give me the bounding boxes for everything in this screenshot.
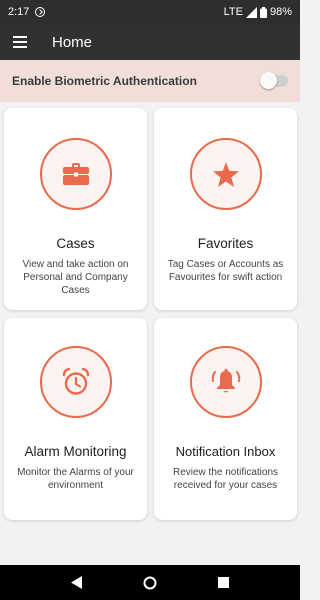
- cases-card[interactable]: Cases View and take action on Personal a…: [4, 108, 147, 310]
- star-icon: [212, 161, 239, 187]
- network-label: LTE: [223, 6, 243, 18]
- alarm-monitoring-card[interactable]: Alarm Monitoring Monitor the Alarms of y…: [4, 318, 147, 520]
- battery-percentage: 98%: [269, 6, 292, 18]
- alarm-icon-circle: [39, 346, 112, 418]
- favorites-icon-circle: [189, 138, 262, 210]
- alarm-clock-icon: [62, 368, 89, 395]
- alarm-monitoring-description: Monitor the Alarms of your environment: [17, 467, 134, 491]
- home-circle-icon: [143, 576, 157, 589]
- app-bar: Home: [0, 24, 300, 60]
- cases-description: View and take action on Personal and Com…: [22, 259, 129, 296]
- back-button[interactable]: [62, 568, 92, 598]
- toggle-knob: [260, 72, 277, 89]
- biometric-toggle[interactable]: [260, 72, 288, 89]
- biometric-label: Enable Biometric Authentication: [12, 74, 197, 88]
- recents-button[interactable]: [208, 568, 238, 598]
- favorites-card[interactable]: Favorites Tag Cases or Accounts as Favou…: [154, 108, 297, 310]
- alarm-monitoring-title: Alarm Monitoring: [24, 444, 127, 459]
- recents-square-icon: [217, 577, 229, 588]
- favorites-description: Tag Cases or Accounts as Favourites for …: [167, 259, 284, 283]
- sync-icon: [35, 7, 46, 17]
- notification-inbox-title: Notification Inbox: [175, 444, 276, 459]
- hamburger-menu-icon: [13, 36, 27, 48]
- biometric-row: Enable Biometric Authentication: [0, 60, 300, 102]
- notification-inbox-card[interactable]: Notification Inbox Review the notificati…: [154, 318, 297, 520]
- notification-icon-circle: [189, 346, 262, 418]
- status-time: 2:17: [8, 6, 30, 18]
- home-button[interactable]: [135, 568, 165, 598]
- cases-icon-circle: [39, 138, 112, 210]
- notification-inbox-description: Review the notifications received for yo…: [172, 467, 279, 491]
- page-title: Home: [52, 33, 93, 51]
- signal-icon: [245, 6, 257, 18]
- favorites-title: Favorites: [197, 236, 254, 251]
- status-bar: 2:17 LTE 98%: [0, 0, 300, 24]
- cases-title: Cases: [56, 236, 95, 251]
- system-nav-bar: [0, 565, 300, 600]
- back-triangle-icon: [70, 576, 82, 589]
- bell-icon: [211, 368, 240, 393]
- menu-button[interactable]: [0, 24, 40, 60]
- battery-icon: [259, 6, 267, 18]
- briefcase-icon: [62, 163, 89, 185]
